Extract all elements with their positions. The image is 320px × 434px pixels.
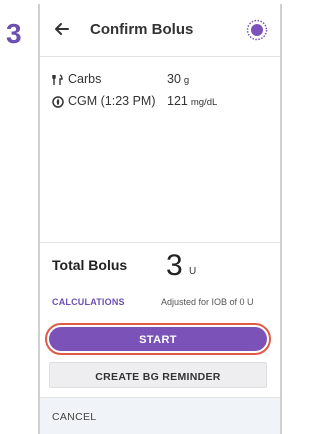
cgm-sensor-icon bbox=[52, 96, 64, 108]
total-bolus-value: 3 bbox=[166, 249, 183, 282]
app-header: Confirm Bolus bbox=[40, 4, 280, 57]
create-bg-reminder-button[interactable]: CREATE BG REMINDER bbox=[49, 362, 267, 388]
cancel-button[interactable]: CANCEL bbox=[52, 411, 96, 423]
carbs-value: 30 g bbox=[167, 72, 189, 86]
step-number: 3 bbox=[6, 18, 22, 49]
page-title: Confirm Bolus bbox=[90, 21, 194, 38]
cgm-number: 121 bbox=[167, 94, 188, 108]
carbs-label: Carbs bbox=[68, 72, 102, 86]
total-bolus-label: Total Bolus bbox=[52, 257, 128, 273]
calculations-link[interactable]: CALCULATIONS bbox=[52, 297, 125, 307]
arrow-left-icon[interactable] bbox=[52, 19, 72, 39]
start-button[interactable]: START bbox=[49, 327, 267, 351]
pump-status-icon[interactable] bbox=[246, 19, 268, 41]
carbs-row: Carbs 30 g bbox=[52, 72, 278, 90]
carbs-unit: g bbox=[183, 75, 190, 86]
cgm-value: 121 mg/dL bbox=[167, 94, 217, 108]
total-bolus-unit: U bbox=[189, 266, 197, 277]
cgm-unit: mg/dL bbox=[190, 97, 218, 108]
iob-adjusted-note: Adjusted for IOB of 0 U bbox=[161, 297, 254, 307]
phone-screen: Confirm Bolus Carbs 30 g CGM (1:23 PM) 12… bbox=[38, 4, 282, 434]
footer-bar: CANCEL bbox=[40, 397, 280, 434]
carbs-number: 30 bbox=[167, 72, 181, 86]
cgm-row: CGM (1:23 PM) 121 mg/dL bbox=[52, 94, 278, 112]
divider bbox=[40, 242, 280, 243]
cgm-label: CGM (1:23 PM) bbox=[68, 94, 156, 108]
fork-knife-icon bbox=[52, 74, 63, 85]
